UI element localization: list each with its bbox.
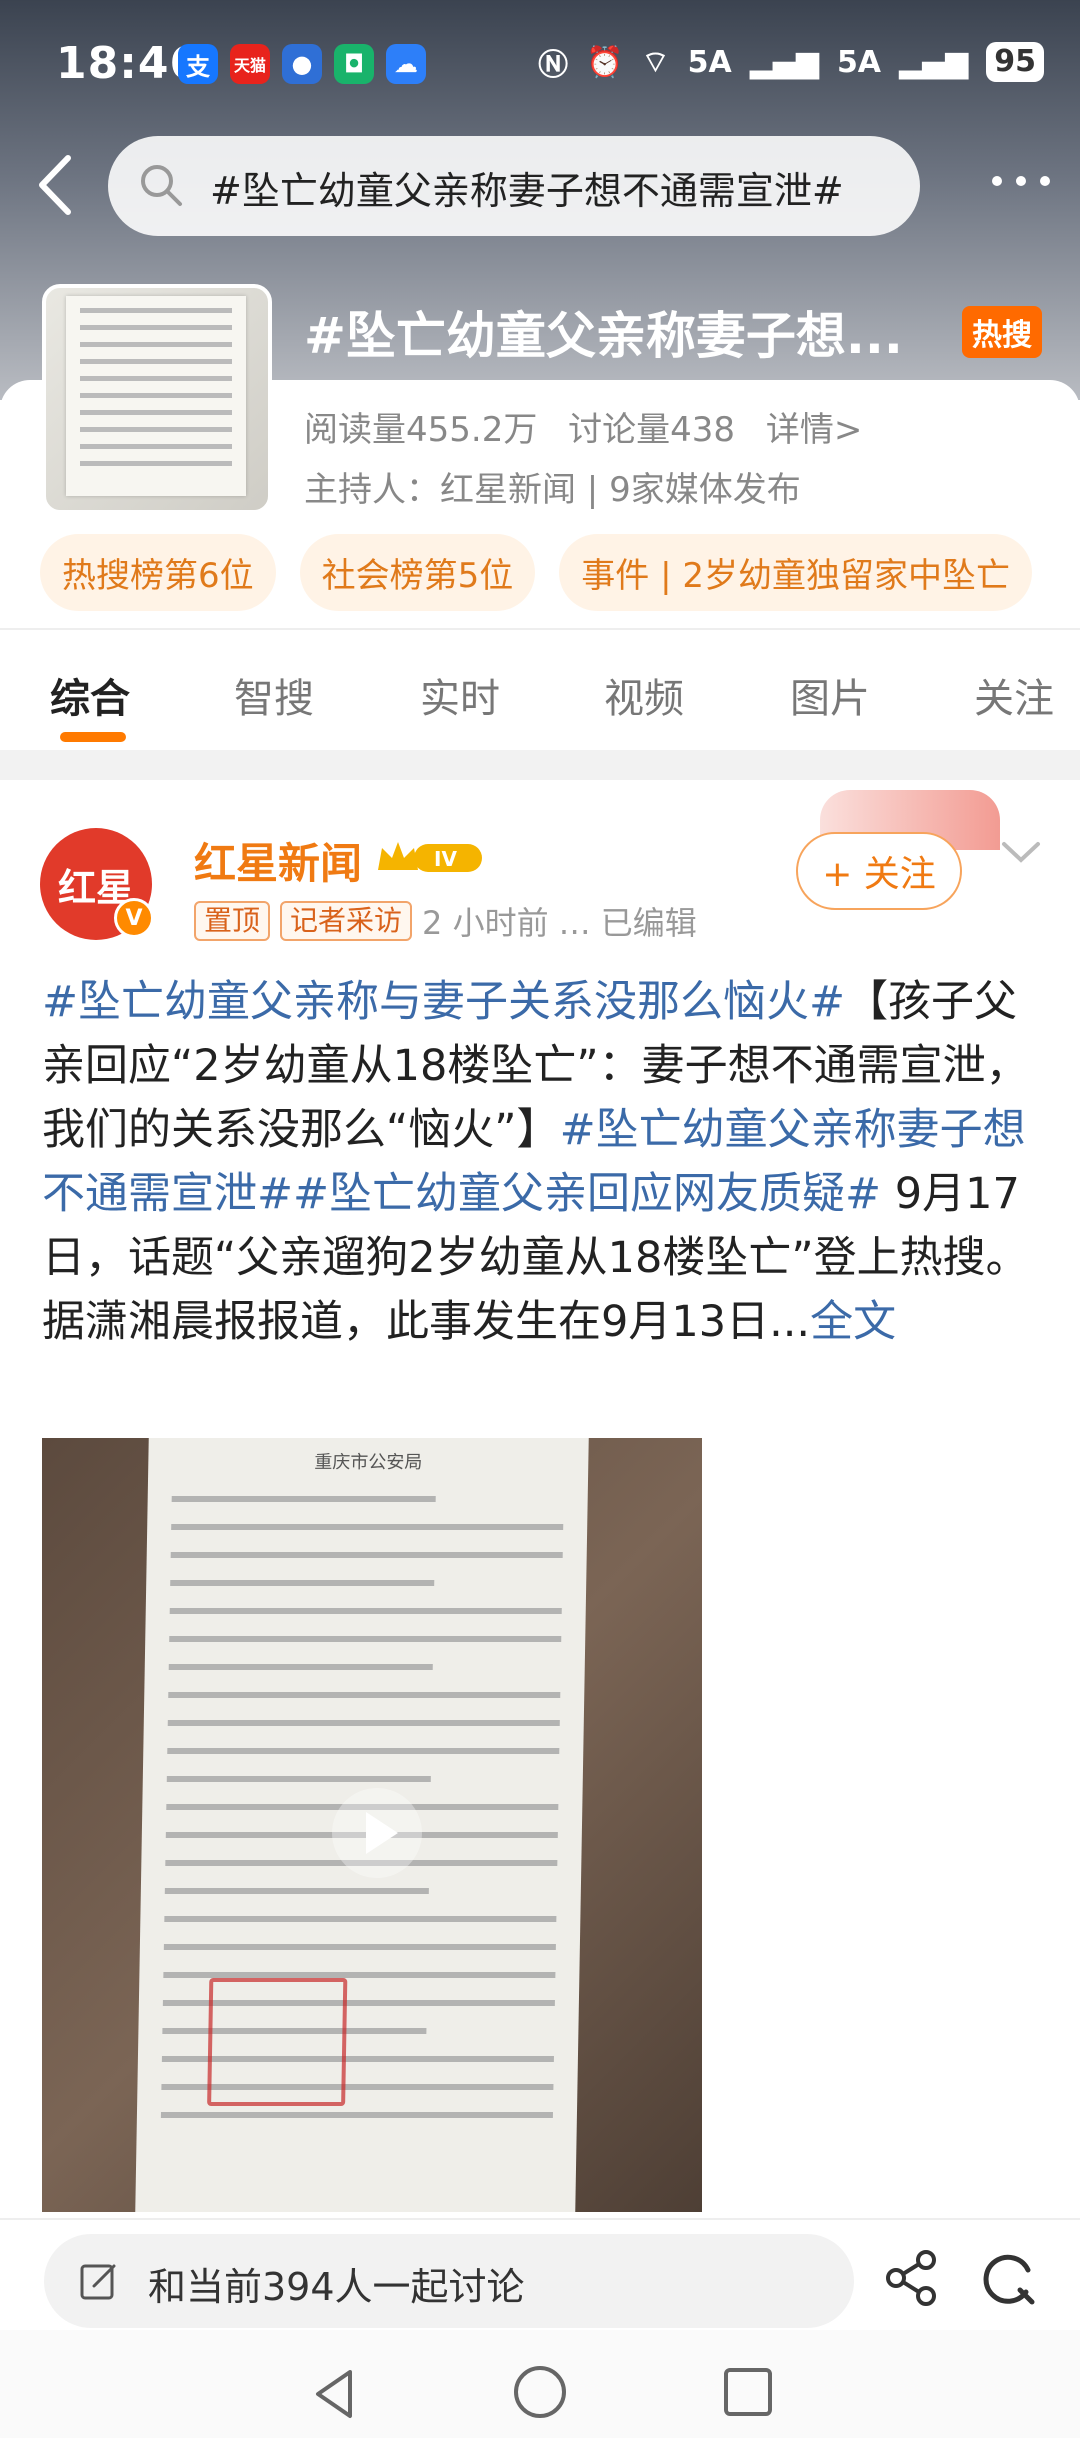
hashtag-link[interactable]: #坠亡幼童父亲回应网友质疑# — [293, 1169, 881, 1219]
edited-label: … 已编辑 — [558, 904, 697, 942]
details-link[interactable]: 详情> — [766, 410, 863, 450]
alarm-icon: ⏰ — [586, 44, 624, 80]
comment-input[interactable]: 和当前394人一起讨论 — [44, 2234, 854, 2328]
level-text: IV — [434, 847, 457, 871]
tab-following[interactable]: 关注 — [974, 666, 1054, 724]
seal-stamp — [207, 1978, 348, 2106]
wechat-icon: ◘ — [334, 44, 374, 84]
section-gap — [0, 750, 1080, 780]
topic-thumbnail[interactable] — [42, 284, 272, 514]
tab-comprehensive[interactable]: 综合 — [50, 666, 130, 724]
pinned-tag: 置顶 — [194, 901, 271, 941]
topic-stats: 阅读量455.2万 讨论量438 详情> — [304, 402, 882, 451]
chip-event[interactable]: 事件 | 2岁幼童独留家中坠亡 — [559, 534, 1032, 611]
read-count: 阅读量455.2万 — [304, 410, 538, 450]
chip-social-rank[interactable]: 社会榜第5位 — [299, 534, 536, 611]
alipay-icon: 支 — [178, 44, 218, 84]
hashtag-link[interactable]: #坠亡幼童父亲称与妻子关系没那么恼火# — [42, 977, 845, 1027]
chevron-down-icon[interactable] — [998, 836, 1044, 866]
comment-placeholder: 和当前394人一起讨论 — [148, 2265, 525, 2309]
follow-button[interactable]: + 关注 — [796, 832, 962, 910]
active-tab-indicator — [60, 732, 126, 742]
tmall-icon: 天猫 — [230, 44, 270, 84]
search-icon — [141, 165, 182, 206]
notification-icons: 支 天猫 ● ◘ ☁ — [178, 44, 426, 84]
nav-back-icon[interactable] — [310, 2368, 360, 2420]
status-bar: 18:46 支 天猫 ● ◘ ☁ Ⓝ ⏰ ⌔ 5A ▂▄▆ 5A ▂▄▆ 95 — [0, 0, 1080, 130]
signal-label-2: 5A — [836, 44, 882, 80]
tab-bar: 综合 智搜 实时 视频 图片 关注 — [0, 630, 1080, 750]
hot-badge: 热搜 — [962, 306, 1042, 358]
topic-chips: 热搜榜第6位 社会榜第5位 事件 | 2岁幼童独留家中坠亡 — [40, 534, 1032, 611]
post-video-thumbnail[interactable]: 重庆市公安局 — [42, 1438, 702, 2212]
chip-hot-rank[interactable]: 热搜榜第6位 — [40, 534, 276, 611]
reporter-tag: 记者采访 — [280, 901, 413, 941]
post-time: 2 小时前 — [422, 904, 549, 942]
nav-recents-icon[interactable] — [724, 2368, 772, 2416]
avatar[interactable]: 红星 V — [40, 828, 154, 940]
discuss-count: 讨论量438 — [568, 410, 736, 450]
signal-icon: ▂▄▆ — [899, 44, 969, 80]
search-query: #坠亡幼童父亲称妻子想不通需宣泄# — [210, 169, 844, 213]
play-icon[interactable] — [332, 1788, 422, 1878]
signal-icon: ▂▄▆ — [749, 44, 819, 80]
verified-badge-icon: V — [114, 898, 154, 938]
nav-home-icon[interactable] — [514, 2366, 566, 2418]
edit-icon — [80, 2264, 116, 2300]
topic-host: 主持人：红星新闻 | 9家媒体发布 — [304, 470, 801, 510]
more-menu-icon[interactable] — [992, 176, 1050, 186]
tab-realtime[interactable]: 实时 — [420, 666, 500, 724]
tab-video[interactable]: 视频 — [604, 666, 684, 724]
search-bar[interactable]: #坠亡幼童父亲称妻子想不通需宣泄# — [108, 136, 920, 236]
cloud-icon: ☁ — [386, 44, 426, 84]
wifi-icon: ⌔ — [641, 45, 670, 80]
battery-level: 95 — [986, 42, 1044, 82]
read-more-link[interactable]: 全文 — [810, 1297, 896, 1347]
back-arrow-icon[interactable] — [30, 150, 80, 220]
author-name[interactable]: 红星新闻 — [194, 830, 362, 891]
system-icons: Ⓝ ⏰ ⌔ 5A ▂▄▆ 5A ▂▄▆ 95 — [538, 40, 1044, 84]
tab-images[interactable]: 图片 — [790, 666, 870, 724]
robot-icon: ● — [282, 44, 322, 84]
comment-bubble-icon[interactable] — [976, 2246, 1040, 2310]
nfc-icon: Ⓝ — [538, 48, 569, 83]
signal-label-1: 5A — [687, 44, 732, 80]
tab-smart-search[interactable]: 智搜 — [234, 666, 314, 724]
crown-level-icon: IV — [378, 842, 482, 872]
document-header: 重庆市公安局 — [314, 1452, 423, 1473]
share-icon[interactable] — [880, 2246, 944, 2310]
post-body: #坠亡幼童父亲称与妻子关系没那么恼火#【孩子父亲回应“2岁幼童从18楼坠亡”：妻… — [42, 970, 1042, 1354]
post-meta: 置顶 记者采访 2 小时前 … 已编辑 — [194, 898, 697, 944]
topic-title: #坠亡幼童父亲称妻子想... — [304, 307, 903, 365]
